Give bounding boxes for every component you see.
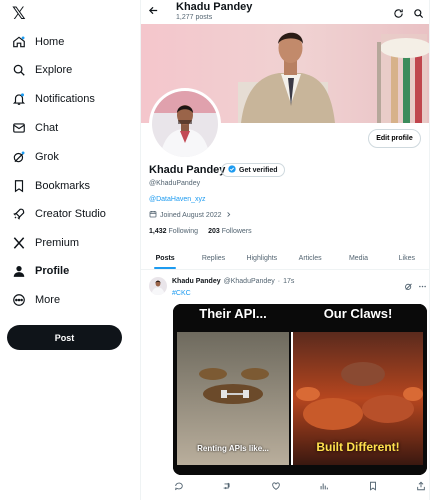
like-icon[interactable] [270,480,282,492]
followers-label: Followers [221,228,252,235]
meme-left-caption: Renting APIs like... [197,444,269,453]
views-icon[interactable] [318,480,330,492]
profile-bio-link[interactable]: @DataHaven_xyz [149,196,206,203]
x-logo-icon[interactable]: 𝕏 [12,4,26,24]
profile-name: Khadu Pandey [149,164,226,176]
calendar-icon [149,210,157,220]
share-icon[interactable] [415,480,427,492]
tab-articles[interactable]: Articles [286,247,334,269]
get-verified-label: Get verified [239,166,278,174]
envelope-icon [12,121,26,135]
nav-item-profile[interactable]: Profile [12,260,69,282]
nav-item-label: Grok [35,151,59,163]
followers-link[interactable]: 203 Followers [208,228,252,235]
get-verified-button[interactable]: Get verified [221,163,285,177]
post-meta: Khadu Pandey @KhaduPandey · 17s [172,278,294,285]
tab-likes[interactable]: Likes [383,247,429,269]
nav-item-label: Notifications [35,93,95,105]
verified-badge-icon [228,165,236,175]
person-icon [12,264,26,278]
nav-item-notifications[interactable]: Notifications [12,88,95,110]
grok-icon[interactable] [404,278,413,290]
back-arrow-icon[interactable] [148,4,159,19]
profile-tabs: Posts Replies Highlights Articles Media … [141,247,429,270]
nav-item-label: Profile [35,265,70,277]
nav-item-label: More [35,294,61,306]
nav-item-grok[interactable]: Grok [12,146,59,168]
x-premium-icon [12,236,26,250]
tab-replies[interactable]: Replies [189,247,237,269]
nav-item-label: Chat [35,122,59,134]
nav-item-home[interactable]: Home [12,31,64,53]
post-separator: · [277,278,281,285]
post-author-name[interactable]: Khadu Pandey [172,278,221,285]
nav-item-label: Explore [35,64,73,76]
following-label: Following [168,228,199,235]
tab-posts[interactable]: Posts [141,247,189,269]
more-circle-icon [12,293,26,307]
header-post-count: 1,277 posts [176,14,213,21]
post-card[interactable]: Khadu Pandey @KhaduPandey · 17s #CKC The… [141,271,429,500]
tab-media[interactable]: Media [334,247,382,269]
nav-item-bookmarks[interactable]: Bookmarks [12,175,90,197]
more-dots-icon[interactable] [418,278,427,288]
post-author-handle: @KhaduPandey [223,278,275,285]
profile-handle: @KhaduPandey [149,180,201,187]
chevron-right-icon[interactable] [225,211,232,220]
search-icon[interactable] [413,6,424,19]
profile-column: Khadu Pandey 1,277 posts Edit profile Kh… [140,0,430,500]
nav-item-label: Creator Studio [35,208,106,220]
search-icon [12,63,26,77]
joined-date-text: Joined August 2022 [160,211,222,219]
nav-item-label: Bookmarks [35,180,91,192]
reply-icon[interactable] [173,480,185,492]
nav-item-more[interactable]: More [12,289,60,311]
post-time: 17s [283,278,295,285]
post-author-avatar[interactable] [149,277,167,295]
meme-right-title: Our Claws! [323,306,393,321]
rocket-icon [12,207,26,221]
profile-avatar[interactable] [149,88,221,160]
joined-date: Joined August 2022 [149,210,232,220]
grok-icon [12,150,26,164]
refresh-icon[interactable] [393,6,404,18]
nav-item-explore[interactable]: Explore [12,59,72,81]
avatar [152,91,218,157]
following-count: 1,432 [149,228,167,235]
nav-item-label: Home [35,36,65,48]
repost-icon[interactable] [221,480,233,492]
post-actions [173,479,427,493]
post-hashtag[interactable]: #CKC [172,290,191,297]
left-nav: 𝕏 Home Explore Notifications Chat Grok B… [0,0,140,500]
header-name: Khadu Pandey [176,1,253,13]
follow-stats: 1,432 Following 203 Followers [149,228,252,235]
nav-item-label: Premium [35,237,80,249]
edit-profile-button[interactable]: Edit profile [368,129,421,148]
post-button[interactable]: Post [7,325,122,350]
nav-item-premium[interactable]: Premium [12,232,79,254]
meme-left-title: Their API... [199,306,267,321]
following-link[interactable]: 1,432 Following [149,228,198,235]
tab-highlights[interactable]: Highlights [238,247,286,269]
meme-right-caption: Built Different! [316,440,400,454]
bookmark-icon [12,179,26,193]
bell-icon [12,92,26,106]
nav-item-creator-studio[interactable]: Creator Studio [12,203,106,225]
followers-count: 203 [208,228,220,235]
post-media-image[interactable]: Their API... Our Claws! Renting APIs lik… [173,304,427,475]
profile-header-bar: Khadu Pandey 1,277 posts [141,0,429,24]
bookmark-icon[interactable] [367,480,379,492]
home-icon [12,35,26,49]
nav-item-chat[interactable]: Chat [12,117,58,139]
